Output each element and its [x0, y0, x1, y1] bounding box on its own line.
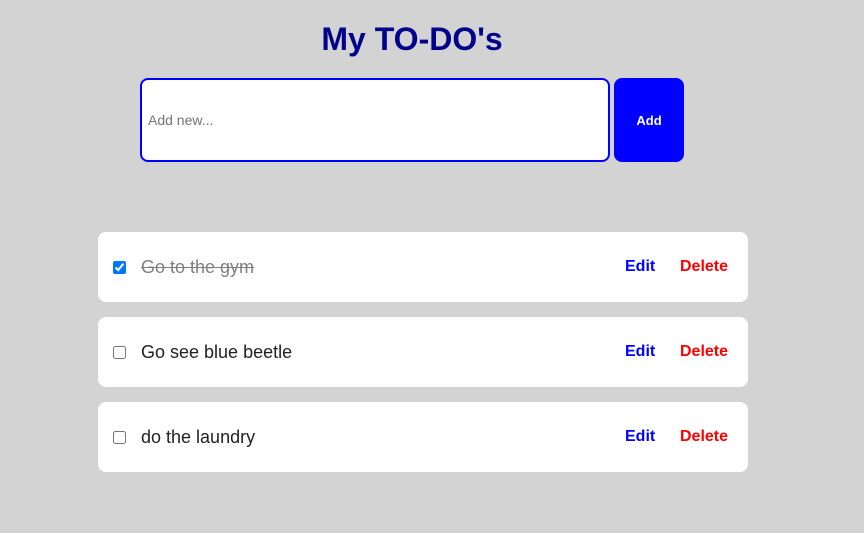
add-button[interactable]: Add: [614, 78, 684, 162]
todo-checkbox[interactable]: [113, 346, 126, 359]
todo-checkbox[interactable]: [113, 431, 126, 444]
todo-checkbox[interactable]: [113, 261, 126, 274]
new-todo-input[interactable]: [140, 78, 610, 162]
delete-button[interactable]: Delete: [680, 343, 728, 361]
todo-text: Go to the gym: [141, 257, 255, 277]
edit-button[interactable]: Edit: [625, 258, 655, 276]
page-title: My TO-DO's: [321, 21, 503, 57]
delete-button[interactable]: Delete: [680, 258, 728, 276]
todo-text: Go see blue beetle: [141, 342, 293, 362]
todo-item: do the laundry Edit Delete: [98, 402, 748, 472]
edit-button[interactable]: Edit: [625, 428, 655, 446]
delete-button[interactable]: Delete: [680, 428, 728, 446]
edit-button[interactable]: Edit: [625, 343, 655, 361]
todo-item: Go see blue beetle Edit Delete: [98, 317, 748, 387]
todo-item: Go to the gym Edit Delete: [98, 232, 748, 302]
todo-text: do the laundry: [141, 427, 256, 447]
